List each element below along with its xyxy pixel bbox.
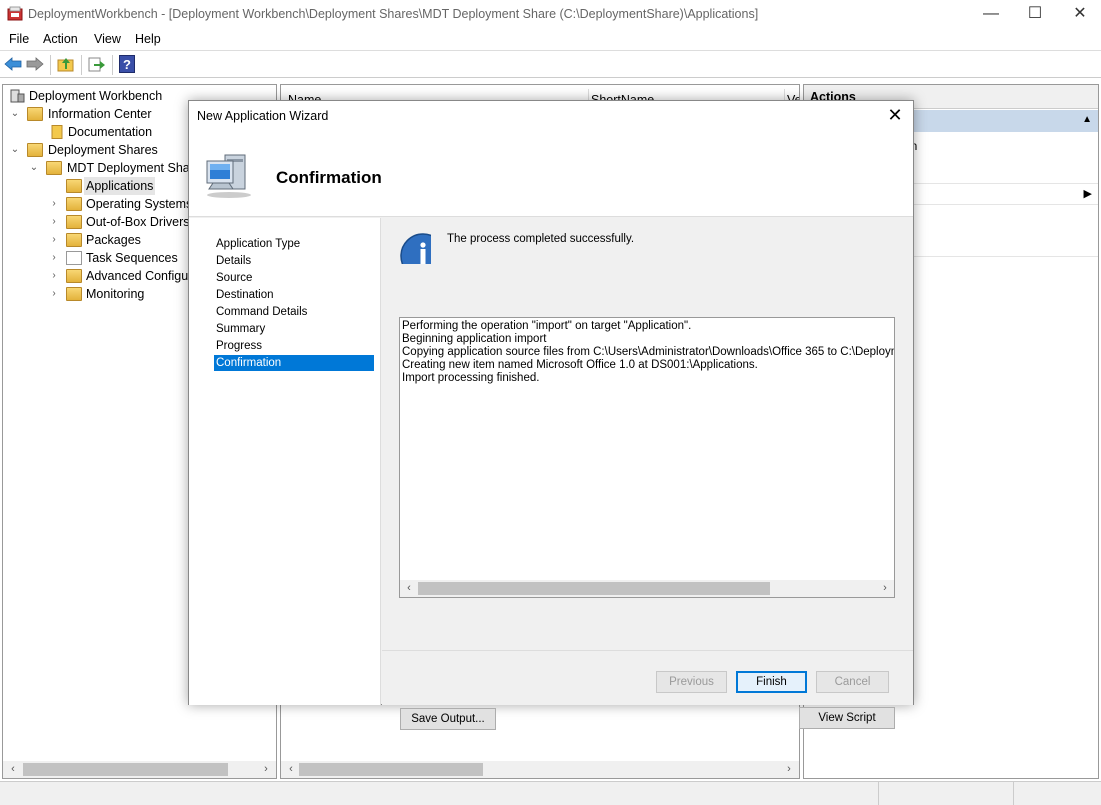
maximize-button[interactable]: ☐ xyxy=(1012,0,1058,28)
tree-label: Packages xyxy=(86,233,141,247)
wizard-step-details: Details xyxy=(216,255,252,267)
scroll-left-icon[interactable]: ‹ xyxy=(5,761,21,778)
status-bar xyxy=(0,781,1101,805)
export-list-icon[interactable] xyxy=(88,56,106,72)
output-horizontal-scrollbar[interactable]: ‹ › xyxy=(400,580,894,597)
minimize-button[interactable]: — xyxy=(968,0,1014,28)
previous-button[interactable]: Previous xyxy=(656,671,727,693)
save-output-button[interactable]: Save Output... xyxy=(400,708,496,730)
collapsed-chevron-icon[interactable]: › xyxy=(48,249,60,267)
scroll-thumb[interactable] xyxy=(23,763,228,776)
tree-label: MDT Deployment Share xyxy=(67,161,201,175)
help-icon[interactable]: ? xyxy=(119,55,135,73)
workbench-icon xyxy=(10,89,25,103)
tree-label: Deployment Workbench xyxy=(29,89,163,103)
tree-label: Information Center xyxy=(48,107,152,121)
scroll-thumb[interactable] xyxy=(418,582,770,595)
collapsed-chevron-icon[interactable]: › xyxy=(48,285,60,303)
expanded-chevron-icon[interactable]: ⌄ xyxy=(9,105,21,123)
share-folder-icon xyxy=(46,161,62,175)
tree-label: Documentation xyxy=(68,125,153,139)
wizard-step-confirmation: Confirmation xyxy=(214,355,374,371)
workbench-app-icon xyxy=(7,6,23,21)
wizard-step-command-details: Command Details xyxy=(216,306,308,318)
scroll-thumb[interactable] xyxy=(299,763,483,776)
tree-label: Advanced Configu xyxy=(86,269,189,283)
info-icon xyxy=(400,233,431,264)
menu-file[interactable]: File xyxy=(9,32,29,46)
output-line: Creating new item named Microsoft Office… xyxy=(402,359,758,371)
toolbar: ? xyxy=(0,52,1101,78)
wizard-steps: Application Type Details Source Destinat… xyxy=(189,218,381,705)
collapsed-chevron-icon[interactable]: › xyxy=(48,231,60,249)
collapsed-chevron-icon[interactable]: › xyxy=(48,213,60,231)
up-folder-icon[interactable] xyxy=(57,56,75,72)
window-titlebar: DeploymentWorkbench - [Deployment Workbe… xyxy=(0,0,1101,28)
forward-arrow-icon[interactable] xyxy=(26,56,44,72)
output-line: Performing the operation "import" on tar… xyxy=(402,320,692,332)
folder-icon xyxy=(66,233,82,247)
folder-icon xyxy=(66,269,82,283)
status-message: The process completed successfully. xyxy=(447,233,635,245)
document-icon xyxy=(51,125,63,139)
dialog-titlebar: New Application Wizard ✕ xyxy=(189,101,913,131)
view-script-button[interactable]: View Script xyxy=(799,707,895,729)
collapsed-chevron-icon[interactable]: › xyxy=(48,267,60,285)
output-line: Import processing finished. xyxy=(402,372,540,384)
applications-folder-icon xyxy=(66,179,82,193)
menu-view[interactable]: View xyxy=(94,32,121,46)
output-log[interactable]: Performing the operation "import" on tar… xyxy=(399,317,895,598)
menu-bar: File Action View Help xyxy=(0,29,1101,51)
collapse-up-icon[interactable]: ▲ xyxy=(1082,114,1092,125)
dialog-heading: Confirmation xyxy=(276,168,382,187)
tree-label: Monitoring xyxy=(86,287,145,301)
dialog-footer: Previous Finish Cancel xyxy=(382,650,913,705)
tree-label: Operating Systems xyxy=(86,197,193,211)
wizard-step-progress: Progress xyxy=(216,340,263,352)
scroll-left-icon[interactable]: ‹ xyxy=(283,761,299,778)
svg-text:?: ? xyxy=(123,57,131,72)
tree-label-selected: Applications xyxy=(84,177,156,195)
scroll-left-icon[interactable]: ‹ xyxy=(401,580,417,597)
wizard-step-source: Source xyxy=(216,272,253,284)
submenu-arrow-icon[interactable]: ▶ xyxy=(1084,187,1092,200)
dialog-close-button[interactable]: ✕ xyxy=(883,104,907,128)
collapsed-chevron-icon[interactable]: › xyxy=(48,195,60,213)
tree-label: Task Sequences xyxy=(86,251,178,265)
new-application-wizard-dialog: New Application Wizard ✕ Confirmation Ap… xyxy=(188,100,914,730)
folder-icon xyxy=(27,107,43,121)
tree-label: Deployment Shares xyxy=(48,143,158,157)
task-sequence-icon xyxy=(66,251,82,265)
output-line: Copying application source files from C:… xyxy=(402,346,895,358)
cancel-button[interactable]: Cancel xyxy=(816,671,889,693)
finish-button[interactable]: Finish xyxy=(736,671,807,693)
scroll-right-icon[interactable]: › xyxy=(877,580,893,597)
output-line: Beginning application import xyxy=(402,333,547,345)
tree-horizontal-scrollbar[interactable]: ‹ › xyxy=(3,761,276,778)
folder-icon xyxy=(66,215,82,229)
list-horizontal-scrollbar[interactable]: ‹ › xyxy=(281,761,799,778)
wizard-content: The process completed successfully. Perf… xyxy=(382,218,913,730)
back-arrow-icon[interactable] xyxy=(4,56,22,72)
dialog-title: New Application Wizard xyxy=(197,109,329,123)
folder-icon xyxy=(66,287,82,301)
scroll-right-icon[interactable]: › xyxy=(258,761,274,778)
dialog-header: Confirmation xyxy=(189,131,913,217)
tree-label: Out-of-Box Drivers xyxy=(86,215,190,229)
menu-help[interactable]: Help xyxy=(135,32,161,46)
folder-icon xyxy=(27,143,43,157)
menu-action[interactable]: Action xyxy=(43,32,78,46)
computer-icon xyxy=(206,154,251,198)
wizard-step-destination: Destination xyxy=(216,289,274,301)
wizard-step-application-type: Application Type xyxy=(216,238,301,250)
expanded-chevron-icon[interactable]: ⌄ xyxy=(9,141,21,159)
scroll-right-icon[interactable]: › xyxy=(781,761,797,778)
folder-icon xyxy=(66,197,82,211)
window-title: DeploymentWorkbench - [Deployment Workbe… xyxy=(28,7,759,21)
close-window-button[interactable]: ✕ xyxy=(1057,0,1101,28)
wizard-step-summary: Summary xyxy=(216,323,266,335)
expanded-chevron-icon[interactable]: ⌄ xyxy=(28,159,40,177)
